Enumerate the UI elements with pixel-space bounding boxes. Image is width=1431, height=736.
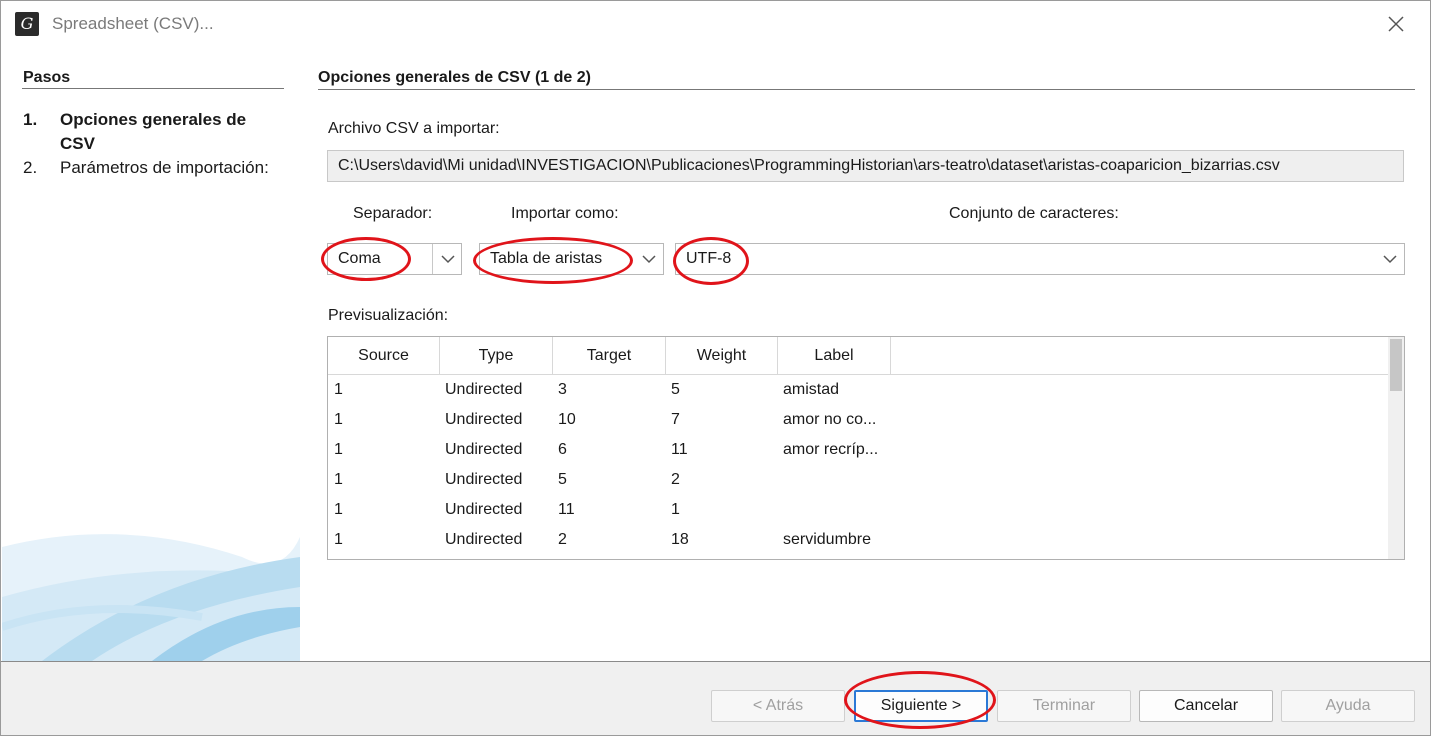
cell-weight: 1 xyxy=(671,501,680,518)
cell-target: 11 xyxy=(558,501,575,518)
section-divider xyxy=(318,89,1415,90)
cell-label: servidumbre xyxy=(783,531,872,548)
cell-source: 1 xyxy=(334,411,343,428)
table-row: 1 Undirected 5 2 xyxy=(328,465,1388,495)
cell-label: amor no co... xyxy=(783,411,877,428)
section-title: Opciones generales de CSV (1 de 2) xyxy=(318,69,591,86)
column-header-type[interactable]: Type xyxy=(440,337,553,374)
column-header-weight[interactable]: Weight xyxy=(666,337,778,374)
step-1[interactable]: 1. Opciones generales de CSV xyxy=(23,108,280,156)
cell-source: 1 xyxy=(334,441,343,458)
preview-label: Previsualización: xyxy=(328,307,449,324)
vertical-scrollbar[interactable] xyxy=(1388,337,1404,559)
app-logo-icon: G xyxy=(15,12,39,36)
cell-weight: 2 xyxy=(671,471,680,488)
separator-label: Separador: xyxy=(353,205,433,222)
cell-weight: 7 xyxy=(671,411,680,428)
back-button[interactable]: < Atrás xyxy=(711,690,845,722)
file-path-field: C:\Users\david\Mi unidad\INVESTIGACION\P… xyxy=(327,150,1404,182)
step-2[interactable]: 2. Parámetros de importación: xyxy=(23,156,280,180)
cell-type: Undirected xyxy=(445,471,523,488)
table-row: 1 Undirected 10 7 amor no co... xyxy=(328,405,1388,435)
help-button[interactable]: Ayuda xyxy=(1281,690,1415,722)
table-row: 1 Undirected 2 18 servidumbre xyxy=(328,525,1388,555)
cell-label: amor recríp... xyxy=(783,441,879,458)
cell-target: 6 xyxy=(558,441,567,458)
table-row: 1 Undirected 6 11 amor recríp... xyxy=(328,435,1388,465)
chevron-down-icon xyxy=(642,255,656,264)
cell-source: 1 xyxy=(334,381,343,398)
window-title: Spreadsheet (CSV)... xyxy=(52,14,214,33)
cancel-button[interactable]: Cancelar xyxy=(1139,690,1273,722)
steps-pane: Pasos 1. Opciones generales de CSV 2. Pa… xyxy=(2,47,300,661)
column-header-label[interactable]: Label xyxy=(778,337,891,374)
decorative-swoosh-graphic xyxy=(2,517,300,661)
cell-target: 2 xyxy=(558,531,567,548)
import-as-label: Importar como: xyxy=(511,205,619,222)
cell-type: Undirected xyxy=(445,441,523,458)
cell-target: 10 xyxy=(558,411,576,428)
next-button[interactable]: Siguiente > xyxy=(854,690,988,722)
cell-weight: 18 xyxy=(671,531,689,548)
table-row: 1 Undirected 11 1 xyxy=(328,495,1388,525)
scrollbar-thumb[interactable] xyxy=(1390,339,1402,391)
close-button[interactable] xyxy=(1381,9,1411,39)
cell-target: 3 xyxy=(558,381,567,398)
step-number: 1. xyxy=(23,110,38,129)
finish-button[interactable]: Terminar xyxy=(997,690,1131,722)
separator-select[interactable]: Coma xyxy=(327,243,462,275)
cell-type: Undirected xyxy=(445,531,523,548)
column-header-target[interactable]: Target xyxy=(553,337,666,374)
button-bar: < Atrás Siguiente > Terminar Cancelar Ay… xyxy=(1,661,1430,735)
charset-value: UTF-8 xyxy=(686,250,732,267)
import-as-value: Tabla de aristas xyxy=(490,250,603,267)
chevron-down-icon xyxy=(441,255,455,264)
main-panel: Opciones generales de CSV (1 de 2) Archi… xyxy=(301,47,1430,661)
charset-select[interactable]: UTF-8 xyxy=(675,243,1405,275)
title-bar: G Spreadsheet (CSV)... xyxy=(1,1,1430,47)
close-icon xyxy=(1388,16,1404,32)
steps-divider xyxy=(22,88,284,89)
step-label: Opciones generales de CSV xyxy=(60,110,247,153)
csv-import-dialog: G Spreadsheet (CSV)... Pasos 1. Opciones… xyxy=(0,0,1431,736)
import-as-select[interactable]: Tabla de aristas xyxy=(479,243,664,275)
cell-type: Undirected xyxy=(445,411,523,428)
table-header: Source Type Target Weight Label xyxy=(328,337,1388,375)
file-label: Archivo CSV a importar: xyxy=(328,120,500,137)
step-label: Parámetros de importación: xyxy=(60,158,269,177)
steps-header: Pasos xyxy=(23,69,71,86)
cell-weight: 5 xyxy=(671,381,680,398)
cell-weight: 11 xyxy=(671,441,688,458)
step-number: 2. xyxy=(23,158,38,177)
cell-type: Undirected xyxy=(445,501,523,518)
cell-source: 1 xyxy=(334,471,343,488)
cell-target: 5 xyxy=(558,471,567,488)
table-row: 1 Undirected 3 5 amistad xyxy=(328,375,1388,405)
cell-source: 1 xyxy=(334,501,343,518)
charset-label: Conjunto de caracteres: xyxy=(949,205,1119,222)
cell-label: amistad xyxy=(783,381,840,398)
cell-type: Undirected xyxy=(445,381,523,398)
separator-value: Coma xyxy=(338,250,381,267)
column-header-source[interactable]: Source xyxy=(328,337,440,374)
preview-table[interactable]: Source Type Target Weight Label 1 Undire… xyxy=(327,336,1405,560)
chevron-down-icon xyxy=(1383,255,1397,264)
cell-source: 1 xyxy=(334,531,343,548)
